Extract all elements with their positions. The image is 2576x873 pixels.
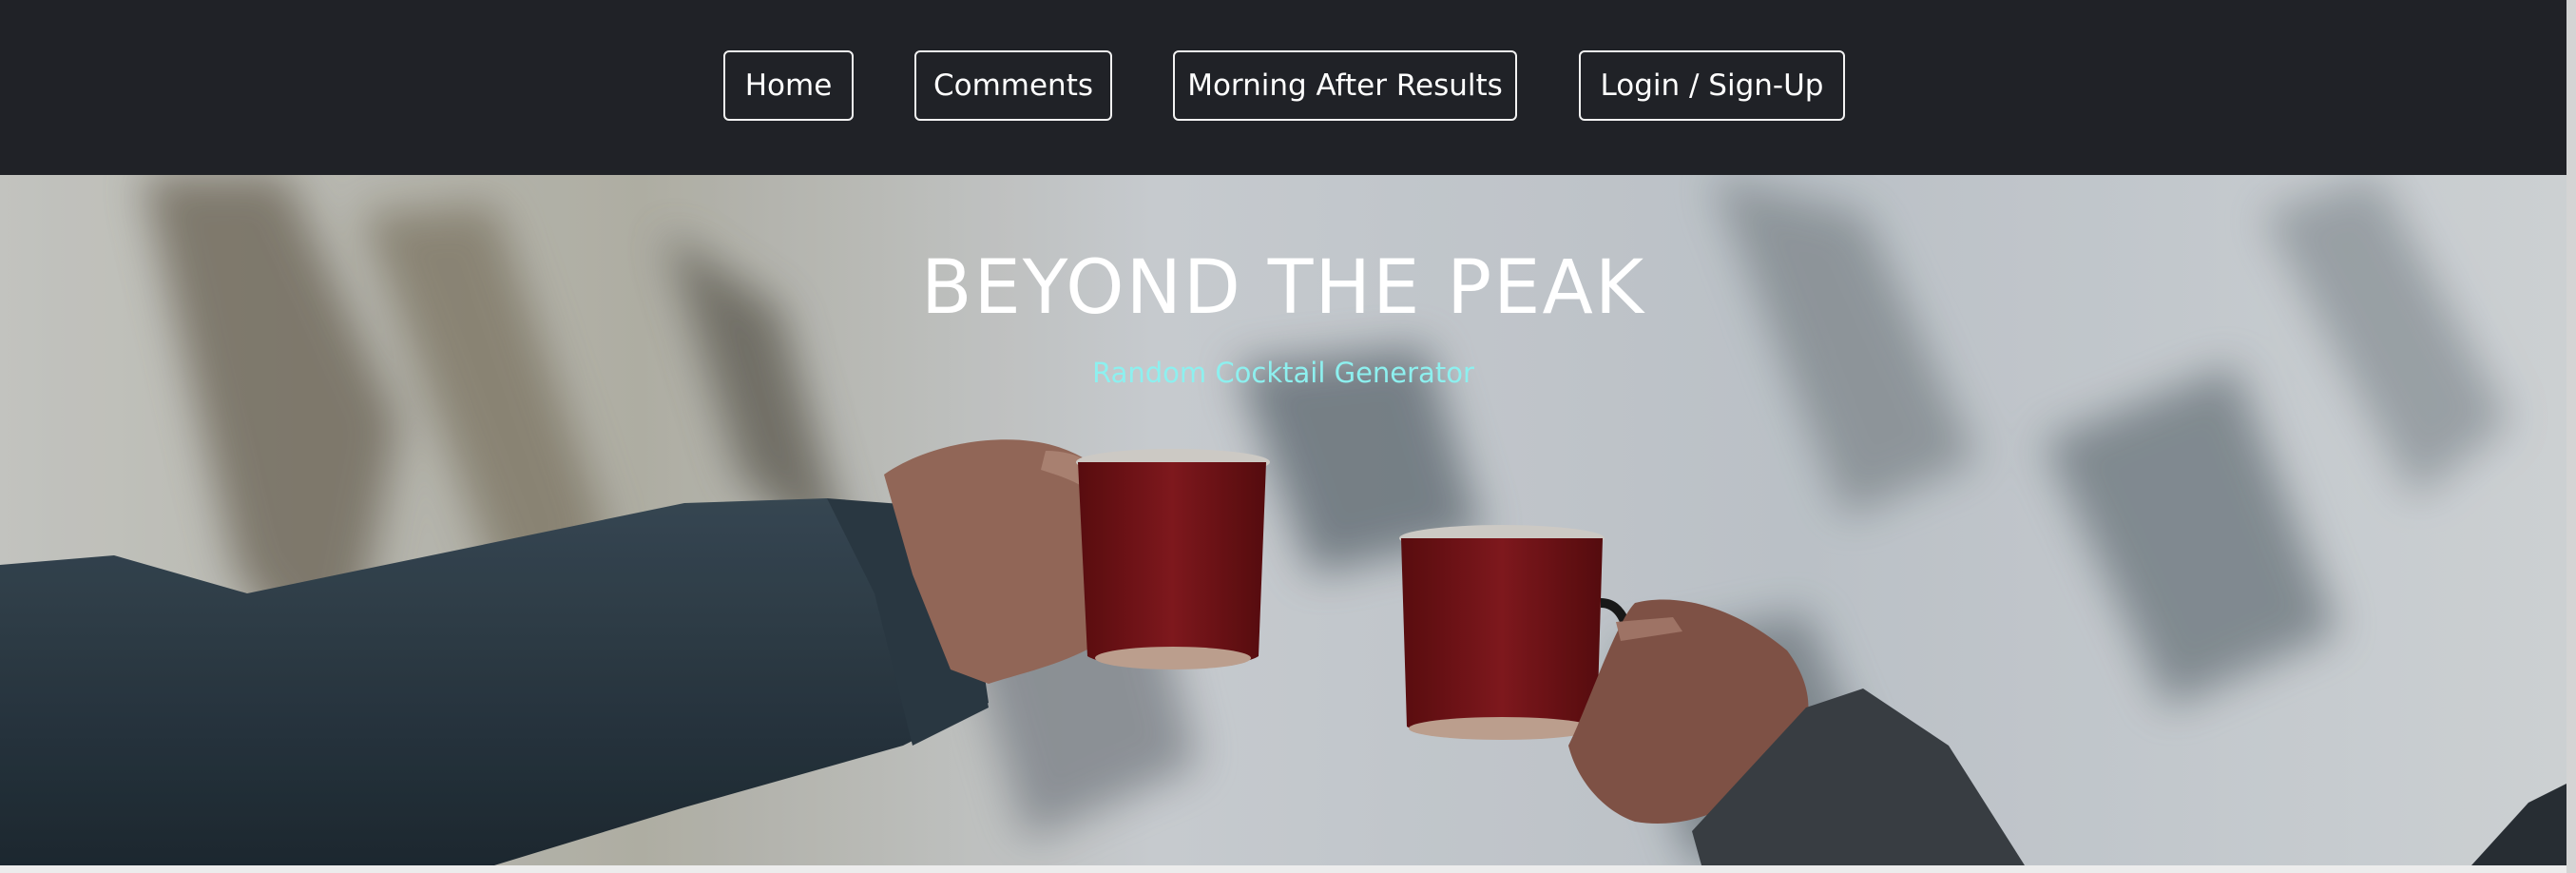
hero-subtitle: Random Cocktail Generator <box>1092 357 1474 389</box>
vertical-scrollbar[interactable] <box>2566 0 2576 873</box>
top-navbar: Home Comments Morning After Results Logi… <box>0 0 2566 175</box>
hero-title: BEYOND THE PEAK <box>921 245 1645 331</box>
hero-banner: BEYOND THE PEAK Random Cocktail Generato… <box>0 175 2566 865</box>
nav-login-signup-button[interactable]: Login / Sign-Up <box>1579 50 1845 121</box>
nav-home-button[interactable]: Home <box>723 50 854 121</box>
page: Home Comments Morning After Results Logi… <box>0 0 2576 873</box>
page-bottom-edge <box>0 865 2566 873</box>
nav-morning-after-results-button[interactable]: Morning After Results <box>1173 50 1517 121</box>
nav-comments-button[interactable]: Comments <box>914 50 1112 121</box>
